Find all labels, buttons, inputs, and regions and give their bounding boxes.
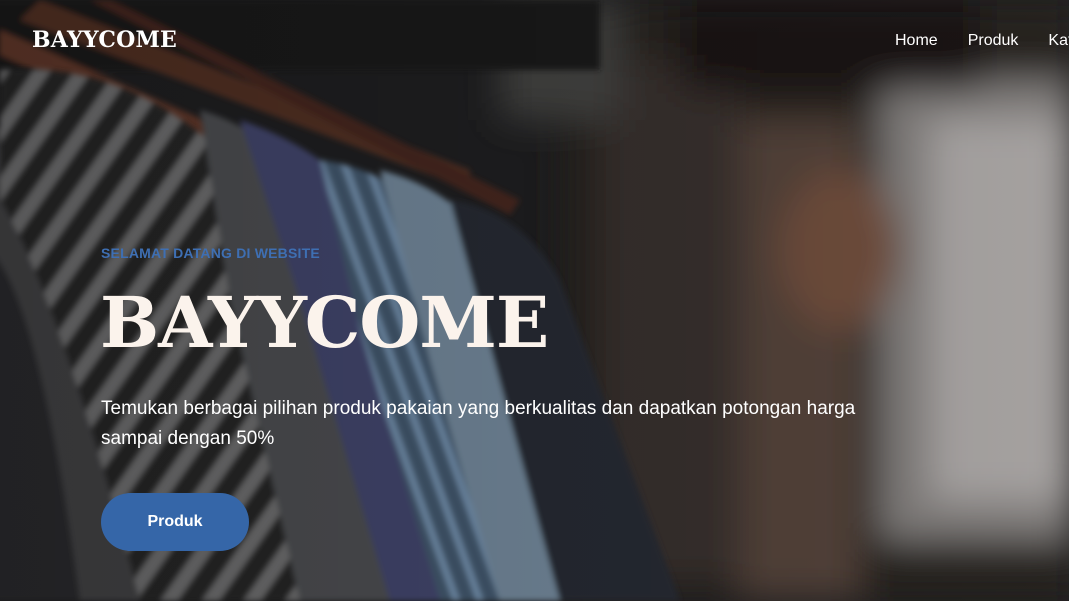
site-logo[interactable]: BAYYCOME xyxy=(32,27,177,53)
hero-title: BAYYCOME xyxy=(100,281,549,364)
hero-section: BAYYCOME Home Produk Kat SELAMAT DATANG … xyxy=(0,0,1069,601)
main-nav: Home Produk Kat xyxy=(895,32,1069,50)
hero-tagline: SELAMAT DATANG DI WEBSITE xyxy=(101,245,320,261)
nav-link-produk[interactable]: Produk xyxy=(968,32,1019,50)
hero-description: Temukan berbagai pilihan produk pakaian … xyxy=(101,398,856,449)
produk-button[interactable]: Produk xyxy=(101,493,249,551)
nav-link-home[interactable]: Home xyxy=(895,32,938,50)
nav-link-kategori[interactable]: Kat xyxy=(1048,32,1069,50)
